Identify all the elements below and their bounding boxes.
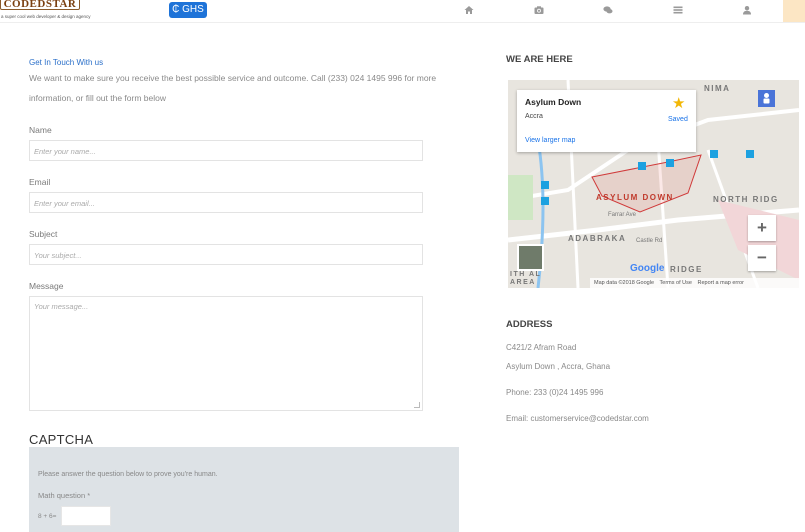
map-card-title: Asylum Down bbox=[525, 97, 582, 107]
user-icon bbox=[743, 6, 751, 15]
name-placeholder: Enter your name... bbox=[34, 147, 96, 156]
address-email[interactable]: Email: customerservice@codedstar.com bbox=[506, 414, 649, 423]
name-label: Name bbox=[29, 125, 52, 135]
person-icon bbox=[763, 93, 770, 104]
top-bar: CODEDSTAR a super cool web developer & d… bbox=[0, 0, 805, 23]
chat-icon bbox=[603, 6, 613, 14]
zoom-in-button[interactable]: + bbox=[748, 215, 776, 241]
captcha-answer-input[interactable] bbox=[61, 506, 111, 526]
saved-star-icon[interactable]: ★ bbox=[672, 96, 685, 111]
address-line-2: Asylum Down , Accra, Ghana bbox=[506, 362, 611, 371]
map-label-ridge: RIDGE bbox=[670, 265, 703, 274]
map-data-credit: Map data ©2018 Google bbox=[594, 280, 655, 286]
report-map-error-link[interactable]: Report a map error bbox=[697, 280, 743, 286]
logo-text: CODEDSTAR bbox=[0, 0, 80, 10]
map-label-area: ITH AL AREA bbox=[510, 271, 542, 286]
currency-button[interactable]: ₵ GHS bbox=[169, 2, 207, 18]
map-card-saved[interactable]: Saved bbox=[668, 116, 688, 123]
map-info-card: Asylum Down Accra View larger map ★ Save… bbox=[517, 90, 696, 152]
view-larger-map-link[interactable]: View larger map bbox=[525, 137, 575, 144]
address-line-1: C421/2 Afram Road bbox=[506, 343, 577, 352]
captcha-question: 8 + 6= bbox=[38, 513, 57, 520]
logo-tagline: a super cool web developer & design agen… bbox=[1, 14, 91, 19]
list-icon bbox=[673, 6, 683, 14]
resize-handle-icon[interactable] bbox=[414, 402, 420, 408]
captcha-label: Math question * bbox=[38, 491, 91, 500]
address-heading: ADDRESS bbox=[506, 319, 553, 330]
contact-form: Get In Touch With us We want to make sur… bbox=[29, 52, 459, 411]
contact-intro: We want to make sure you receive the bes… bbox=[29, 73, 437, 103]
map-label-farrar-ave: Farrar Ave bbox=[608, 212, 636, 218]
map-label-asylum-down: ASYLUM DOWN bbox=[596, 193, 674, 202]
address-phone: Phone: 233 (0)24 1495 996 bbox=[506, 388, 604, 397]
street-view-pegman-icon[interactable] bbox=[758, 90, 775, 107]
nav-list[interactable] bbox=[658, 2, 698, 18]
map-label-adabraka: ADABRAKA bbox=[568, 234, 627, 243]
captcha-note: Please answer the question below to prov… bbox=[38, 471, 218, 478]
zoom-out-button[interactable]: − bbox=[748, 245, 776, 271]
email-input[interactable]: Enter your email... bbox=[29, 192, 423, 213]
nav-account[interactable] bbox=[727, 2, 767, 18]
nav-chat[interactable] bbox=[588, 2, 628, 18]
terms-of-use-link[interactable]: Terms of Use bbox=[660, 280, 692, 286]
email-placeholder: Enter your email... bbox=[34, 199, 95, 208]
map-card-subtitle: Accra bbox=[525, 113, 543, 120]
home-icon bbox=[464, 6, 474, 14]
message-label: Message bbox=[29, 281, 64, 291]
map-label-nima: NIMA bbox=[704, 84, 731, 93]
google-logo: Google bbox=[630, 263, 665, 274]
map-label-north-ridge: NORTH RIDG bbox=[713, 195, 779, 204]
logo[interactable]: CODEDSTAR a super cool web developer & d… bbox=[0, 0, 95, 22]
subject-label: Subject bbox=[29, 229, 58, 239]
subject-input[interactable]: Your subject... bbox=[29, 244, 423, 265]
message-placeholder: Your message... bbox=[34, 302, 89, 311]
map-heading: WE ARE HERE bbox=[506, 54, 573, 65]
email-label: Email bbox=[29, 177, 51, 187]
subject-placeholder: Your subject... bbox=[34, 251, 82, 260]
nav-home[interactable] bbox=[449, 2, 489, 18]
captcha-title: CAPTCHA bbox=[29, 432, 94, 447]
message-textarea[interactable]: Your message... bbox=[29, 296, 423, 411]
google-map[interactable]: NIMA ASYLUM DOWN NORTH RIDG ADABRAKA RID… bbox=[508, 80, 799, 288]
name-input[interactable]: Enter your name... bbox=[29, 140, 423, 161]
satellite-toggle-button[interactable] bbox=[517, 244, 544, 271]
captcha-box: Please answer the question below to prov… bbox=[29, 447, 459, 532]
camera-icon bbox=[534, 6, 544, 14]
map-footer: Map data ©2018 Google Terms of Use Repor… bbox=[590, 278, 799, 288]
map-label-castle-rd: Castle Rd bbox=[636, 238, 663, 244]
contact-heading: Get In Touch With us bbox=[29, 58, 104, 67]
nav-gallery[interactable] bbox=[519, 2, 559, 18]
nav-active-indicator bbox=[783, 0, 805, 22]
